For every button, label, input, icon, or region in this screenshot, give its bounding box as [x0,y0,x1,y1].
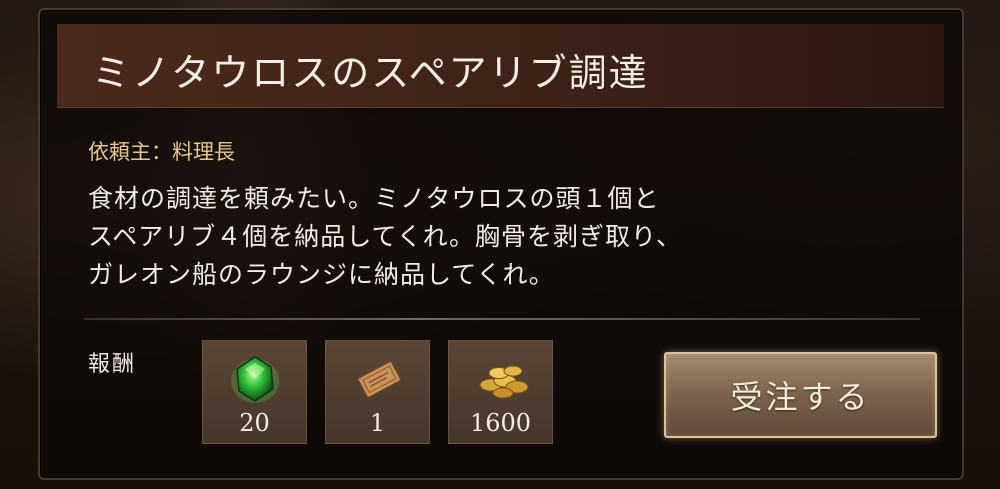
reward-slot-gold[interactable]: 1600 [448,340,553,444]
accept-quest-button[interactable]: 受注する [664,352,937,438]
reward-slot-gem[interactable]: 20 [202,340,307,444]
reward-count: 1 [369,409,386,437]
green-gem-icon [225,351,285,407]
reward-count: 1600 [469,409,532,437]
quest-title: ミノタウロスのスペアリブ調達 [92,51,649,95]
accept-button-label: 受注する [730,378,871,416]
description-line: ガレオン船のラウンジに納品してくれ。 [88,260,555,289]
quest-client: 依頼主：料理長 [88,136,235,166]
ticket-icon [348,351,408,407]
quest-description: 食材の調達を頼みたい。ミノタウロスの頭１個と スペアリブ４個を納品してくれ。胸骨… [88,180,848,294]
description-line: スペアリブ４個を納品してくれ。胸骨を剥ぎ取り、 [88,222,683,251]
description-line: 食材の調達を頼みたい。ミノタウロスの頭１個と [88,184,660,213]
reward-label: 報酬 [88,352,137,377]
divider [84,318,920,320]
reward-slot-ticket[interactable]: 1 [325,340,430,444]
client-name: 料理長 [172,140,235,164]
reward-count: 20 [239,409,270,437]
client-label: 依頼主： [88,140,172,164]
gold-coins-icon [471,351,531,407]
